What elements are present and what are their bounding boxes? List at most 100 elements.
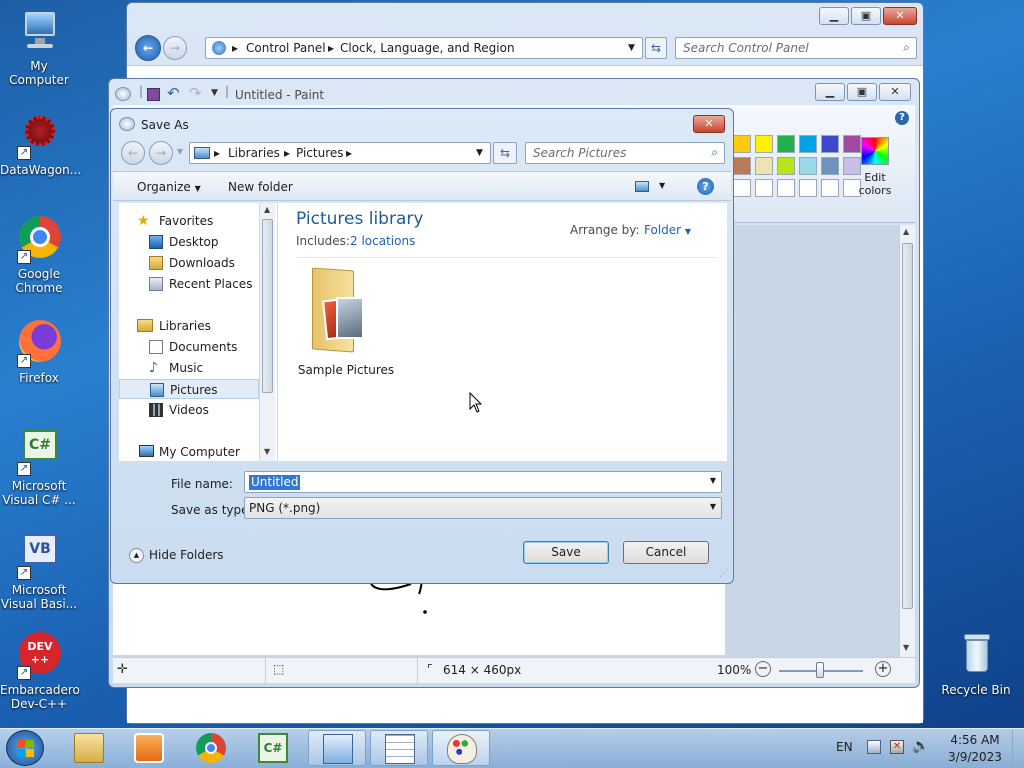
zoom-slider-thumb[interactable]	[816, 662, 824, 678]
custom-color-swatch[interactable]	[755, 179, 773, 197]
includes-locations-link[interactable]: 2 locations	[350, 234, 415, 248]
close-button[interactable]: ✕	[879, 83, 911, 101]
organize-button[interactable]: Organize ▼	[137, 180, 201, 194]
chevron-down-icon[interactable]: ▼	[628, 38, 635, 58]
save-as-dialog[interactable]: Save As ✕ ← → ▼ ▸ Libraries ▸ Pictures ▸…	[110, 108, 734, 584]
vertical-scrollbar[interactable]: ▲ ▼	[899, 225, 915, 657]
zoom-in-icon[interactable]: +	[875, 661, 891, 677]
folder-sample-pictures[interactable]: Sample Pictures	[296, 265, 396, 381]
breadcrumb-libraries[interactable]: Libraries	[228, 143, 280, 163]
nav-item-pictures[interactable]: Pictures	[119, 379, 259, 399]
nav-item-desktop[interactable]: Desktop	[119, 232, 259, 252]
nav-item-videos[interactable]: Videos	[119, 400, 259, 420]
clock-date[interactable]: 3/9/2023	[946, 750, 1004, 764]
refresh-icon[interactable]: ⇆	[645, 37, 667, 59]
scrollbar-thumb[interactable]	[902, 243, 913, 609]
desktop-icon-google-chrome[interactable]: ↗ Google Chrome	[0, 216, 78, 295]
clock-time[interactable]: 4:56 AM	[950, 733, 1000, 747]
desktop-icon-dev-cpp[interactable]: DEV ++ ↗ Embarcadero Dev-C++	[0, 632, 80, 711]
desktop-icon-firefox[interactable]: ↗ Firefox	[0, 320, 78, 385]
resize-grip-icon[interactable]: ⋰	[719, 569, 728, 579]
chevron-down-icon[interactable]: ▼	[710, 502, 716, 511]
network-icon[interactable]: ✕	[890, 740, 904, 754]
back-arrow-icon[interactable]: ←	[135, 35, 161, 61]
taskbar-paint[interactable]	[432, 730, 490, 766]
close-button[interactable]: ✕	[693, 115, 725, 133]
scrollbar-thumb[interactable]	[262, 219, 273, 393]
file-name-input[interactable]: Untitled ▼	[244, 471, 722, 493]
back-arrow-icon[interactable]: ←	[121, 141, 145, 165]
address-bar[interactable]: ▸ Libraries ▸ Pictures ▸ ▼	[189, 142, 491, 164]
custom-color-swatch[interactable]	[733, 179, 751, 197]
desktop-icon-my-computer[interactable]: My Computer	[0, 8, 78, 87]
action-center-icon[interactable]	[867, 740, 881, 754]
scroll-up-icon[interactable]: ▲	[903, 227, 909, 236]
save-icon[interactable]	[147, 88, 160, 101]
taskbar-explorer[interactable]	[60, 730, 120, 766]
change-view-icon[interactable]	[635, 181, 649, 192]
desktop-icon-recycle-bin[interactable]: Recycle Bin	[936, 632, 1016, 697]
scroll-up-icon[interactable]: ▲	[264, 205, 270, 214]
show-desktop-button[interactable]	[1012, 730, 1024, 766]
color-swatch[interactable]	[733, 157, 751, 175]
taskbar-control-panel[interactable]	[308, 730, 366, 766]
maximize-button[interactable]: ▣	[851, 7, 881, 25]
refresh-icon[interactable]: ⇆	[493, 142, 517, 164]
color-swatch[interactable]	[799, 135, 817, 153]
undo-icon[interactable]: ↶	[167, 84, 180, 102]
arrange-by-dropdown[interactable]: Folder ▼	[644, 223, 691, 237]
zoom-out-icon[interactable]: −	[755, 661, 771, 677]
recent-pages-chevron-icon[interactable]: ▼	[177, 147, 183, 156]
minimize-button[interactable]: ▁	[819, 7, 849, 25]
search-pictures-input[interactable]: Search Pictures ⌕	[525, 142, 725, 164]
chevron-down-icon[interactable]: ▼	[476, 143, 483, 163]
new-folder-button[interactable]: New folder	[228, 180, 293, 194]
color-swatch[interactable]	[821, 135, 839, 153]
minimize-button[interactable]: ▁	[815, 83, 845, 101]
color-swatch[interactable]	[733, 135, 751, 153]
custom-color-swatch[interactable]	[777, 179, 795, 197]
scroll-down-icon[interactable]: ▼	[264, 447, 270, 456]
search-control-panel-input[interactable]: Search Control Panel ⌕	[675, 37, 917, 59]
breadcrumb-control-panel[interactable]: Control Panel	[246, 38, 326, 58]
start-button[interactable]	[6, 730, 44, 766]
volume-icon[interactable]: 🔈	[912, 738, 929, 754]
desktop-icon-visual-basic[interactable]: VB ↗ Microsoft Visual Basi...	[0, 532, 78, 611]
nav-item-documents[interactable]: Documents	[119, 337, 259, 357]
custom-color-swatch[interactable]	[799, 179, 817, 197]
breadcrumb-pictures[interactable]: Pictures	[296, 143, 344, 163]
forward-arrow-icon[interactable]: →	[149, 141, 173, 165]
redo-icon[interactable]: ↷	[189, 84, 202, 102]
chevron-down-icon[interactable]: ▼	[710, 476, 716, 485]
quick-access-chevron-icon[interactable]: ▼	[211, 88, 218, 98]
forward-arrow-icon[interactable]: →	[163, 36, 187, 60]
scroll-down-icon[interactable]: ▼	[903, 643, 909, 652]
taskbar-calendar[interactable]	[370, 730, 428, 766]
desktop-icon-datawagon[interactable]: ↗ DataWagon...	[0, 112, 81, 177]
nav-libraries[interactable]: Libraries	[119, 316, 259, 336]
nav-pane-scrollbar[interactable]: ▲ ▼	[259, 203, 275, 461]
breadcrumb-clock-language-region[interactable]: Clock, Language, and Region	[340, 38, 515, 58]
nav-favorites[interactable]: ★ Favorites	[119, 211, 259, 231]
nav-item-downloads[interactable]: Downloads	[119, 253, 259, 273]
color-swatch[interactable]	[755, 157, 773, 175]
color-swatch[interactable]	[777, 135, 795, 153]
maximize-button[interactable]: ▣	[847, 83, 877, 101]
edit-colors-button[interactable]: Edit colors	[855, 135, 895, 207]
nav-item-music[interactable]: ♪ Music	[119, 358, 259, 378]
taskbar-media-player[interactable]	[120, 730, 180, 766]
language-indicator[interactable]: EN	[836, 740, 853, 754]
close-button[interactable]: ✕	[883, 7, 917, 25]
nav-my-computer[interactable]: My Computer	[119, 442, 259, 461]
desktop-icon-visual-csharp[interactable]: C# ↗ Microsoft Visual C# ...	[0, 428, 78, 507]
address-bar[interactable]: ▸ Control Panel ▸ Clock, Language, and R…	[205, 37, 643, 59]
save-button[interactable]: Save	[523, 541, 609, 564]
chevron-down-icon[interactable]: ▼	[659, 181, 665, 190]
color-swatch[interactable]	[821, 157, 839, 175]
color-swatch[interactable]	[777, 157, 795, 175]
cancel-button[interactable]: Cancel	[623, 541, 709, 564]
save-as-type-select[interactable]: PNG (*.png) ▼	[244, 497, 722, 519]
color-swatch[interactable]	[799, 157, 817, 175]
color-swatch[interactable]	[755, 135, 773, 153]
help-icon[interactable]: ?	[697, 178, 714, 195]
